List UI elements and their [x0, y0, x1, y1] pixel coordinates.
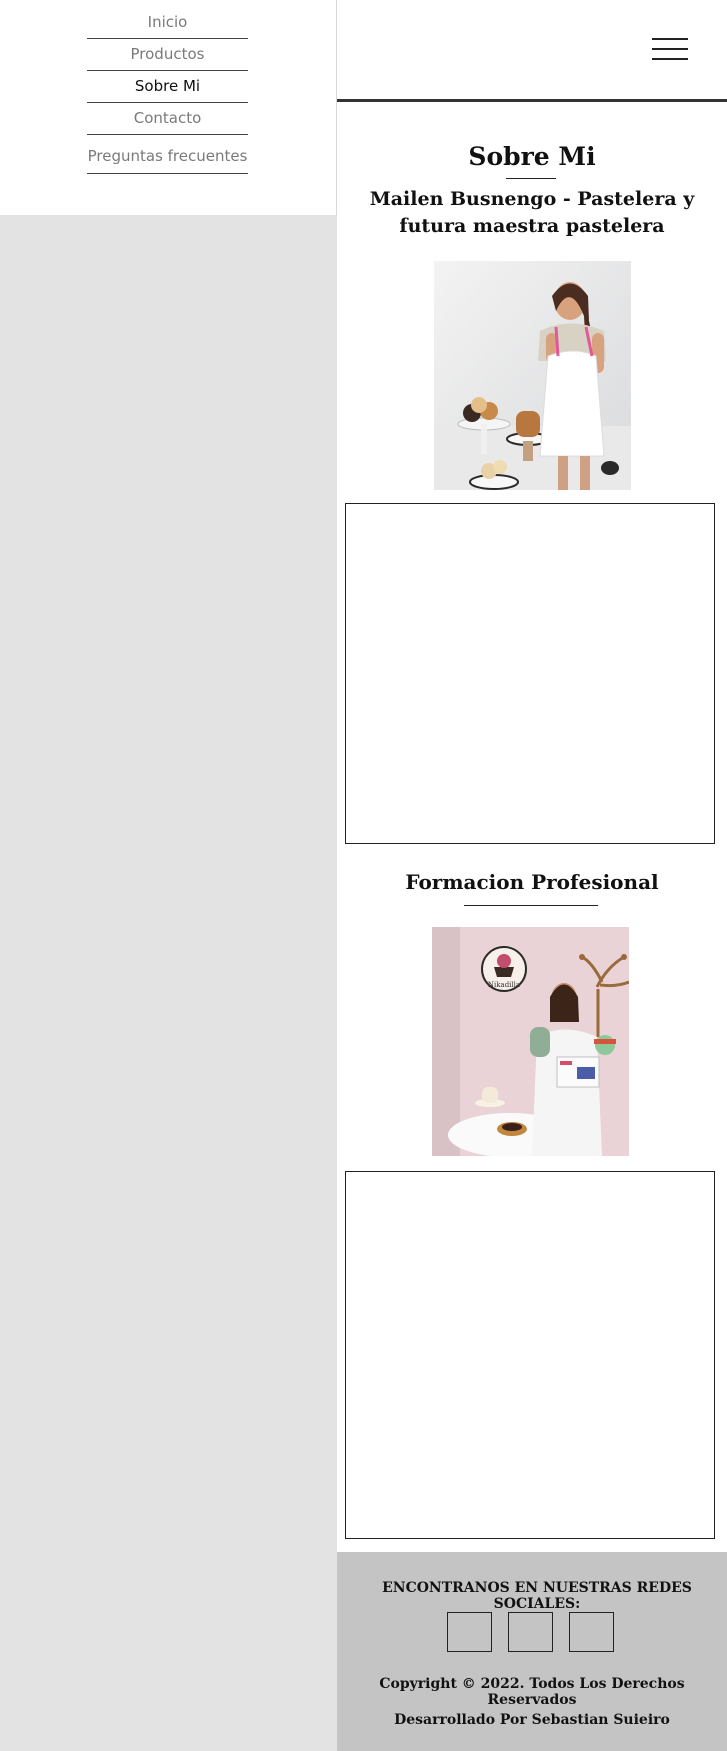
nav-divider	[87, 38, 248, 39]
about-title: Sobre Mi	[468, 142, 596, 171]
social-heading: ENCONTRANOS EN NUESTRAS REDES SOCIALES:	[382, 1580, 692, 1612]
main-content: Sobre Mi Mailen Busnengo - Pastelera y f…	[337, 0, 727, 1751]
social-link-icon[interactable]	[508, 1612, 553, 1652]
pastry-chef-photo	[434, 261, 631, 490]
developer-credit: Desarrollado Por Sebastian Suieiro	[394, 1712, 670, 1728]
footer: ENCONTRANOS EN NUESTRAS REDES SOCIALES: …	[337, 1552, 727, 1751]
nav-divider	[87, 70, 248, 71]
nav-divider	[87, 102, 248, 103]
social-link-icon[interactable]	[569, 1612, 614, 1652]
copyright-text: Copyright © 2022. Todos Los Derechos Res…	[379, 1676, 685, 1708]
hamburger-menu-icon[interactable]	[652, 34, 688, 62]
nav-divider	[87, 134, 248, 135]
training-title: Formacion Profesional	[405, 870, 659, 894]
bakery-logo-text: Nikadilla	[488, 981, 520, 989]
side-navigation: Inicio Productos Sobre Mi Contacto Pregu…	[0, 0, 337, 215]
social-link-icon[interactable]	[447, 1612, 492, 1652]
certificate-photo: Nikadilla	[432, 927, 629, 1156]
training-content-frame	[345, 1171, 715, 1539]
nav-divider	[87, 173, 248, 174]
title-underline	[464, 905, 598, 906]
top-header	[337, 0, 727, 100]
nav-item-sobre-mi[interactable]: Sobre Mi	[87, 77, 248, 95]
about-content-frame	[345, 503, 715, 844]
about-subtitle: Mailen Busnengo - Pastelera y futura mae…	[369, 188, 695, 237]
nav-item-contacto[interactable]: Contacto	[87, 109, 248, 127]
header-divider	[337, 99, 727, 102]
title-underline	[506, 178, 556, 179]
nav-item-preguntas-frecuentes[interactable]: Preguntas frecuentes	[80, 147, 255, 165]
nav-item-productos[interactable]: Productos	[87, 45, 248, 63]
nav-item-inicio[interactable]: Inicio	[87, 13, 248, 31]
